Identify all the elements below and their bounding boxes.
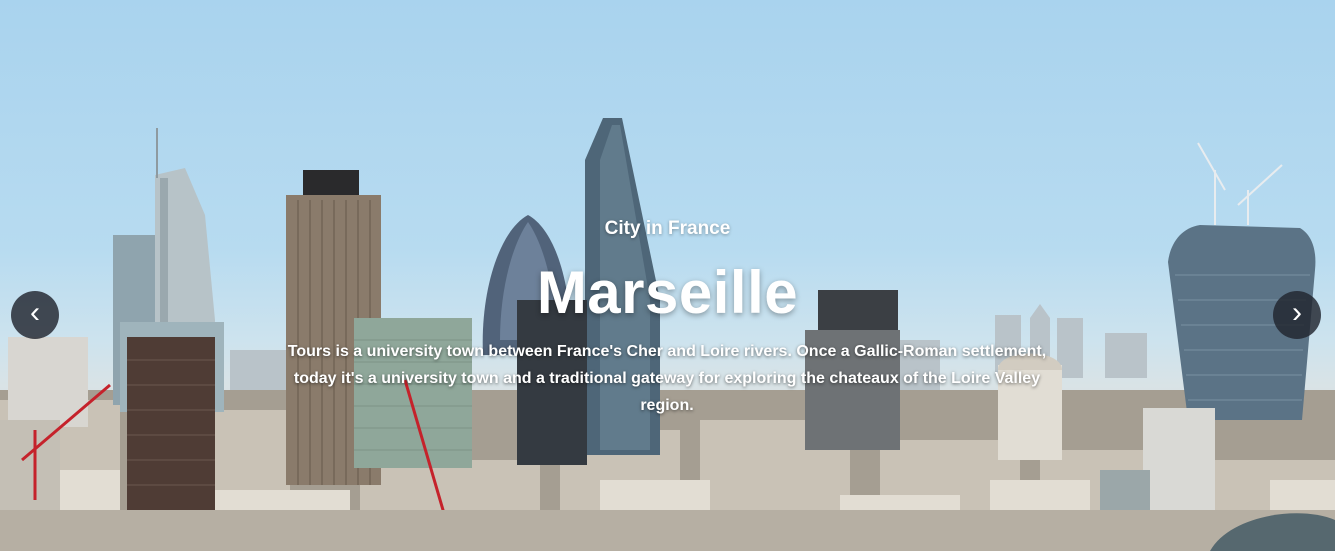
- previous-slide-button[interactable]: ‹: [11, 291, 59, 339]
- hero-slider: City in France Marseille Tours is a univ…: [0, 0, 1335, 551]
- slide-title: Marseille: [536, 259, 799, 326]
- chevron-right-icon: ›: [1292, 296, 1302, 329]
- slide-description: Tours is a university town between Franc…: [287, 343, 1047, 414]
- next-slide-button[interactable]: ›: [1273, 291, 1321, 339]
- chevron-left-icon: ‹: [30, 296, 40, 329]
- slide-subtitle: City in France: [604, 218, 731, 239]
